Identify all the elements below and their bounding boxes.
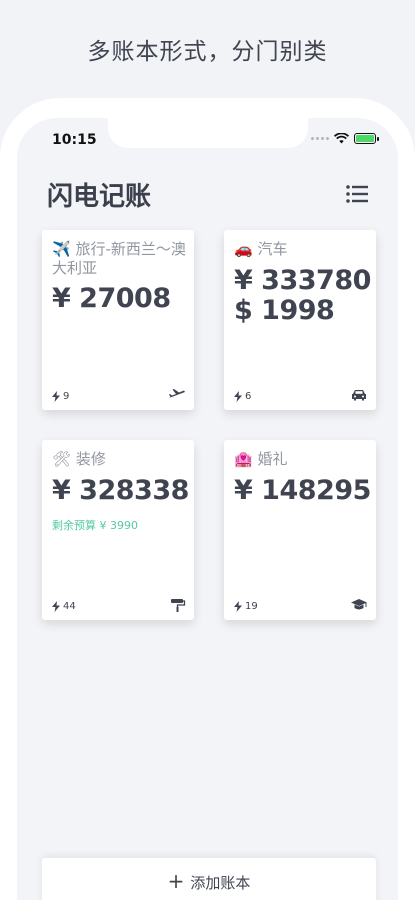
lightning-icon xyxy=(234,391,242,402)
signal-icon xyxy=(311,137,329,140)
book-amount: ¥ 27008 xyxy=(52,283,171,314)
wifi-icon xyxy=(334,133,349,144)
book-name: 汽车 xyxy=(257,240,288,258)
record-count: 9 xyxy=(52,391,69,402)
graduation-cap-icon xyxy=(351,599,367,610)
app-title: 闪电记账 xyxy=(47,182,152,212)
paint-roller-icon xyxy=(171,599,186,612)
battery-icon xyxy=(354,133,379,144)
status-icons xyxy=(311,133,379,144)
book-name: 旅行-新西兰～澳大利亚 xyxy=(52,240,186,277)
add-book-label: 添加账本 xyxy=(190,874,251,892)
page-headline: 多账本形式，分门别类 xyxy=(87,39,328,65)
car-icon xyxy=(352,390,366,401)
love-hotel-emoji-icon: 🏩 xyxy=(234,450,253,468)
notch xyxy=(108,118,308,148)
book-title: ✈️ 旅行-新西兰～澳大利亚 xyxy=(52,240,188,278)
book-amount: ¥ 148295 xyxy=(234,475,371,506)
book-card-car[interactable]: 🚗 汽车 ¥ 333780 $ 1998 6 xyxy=(224,230,376,410)
plus-icon: + xyxy=(167,869,185,893)
book-card-travel[interactable]: ✈️ 旅行-新西兰～澳大利亚 ¥ 27008 9 xyxy=(42,230,194,410)
tools-emoji-icon: 🛠 xyxy=(52,450,72,468)
lightning-icon xyxy=(52,391,60,402)
lightning-icon xyxy=(52,601,60,612)
book-title: 🛠 装修 xyxy=(52,450,188,469)
phone-screen: 10:15 闪电记账 ✈️ 旅行-新西兰～澳大利亚 ¥ 27008 9 🚗 汽车… xyxy=(17,118,398,900)
book-name: 婚礼 xyxy=(257,450,288,468)
book-amount: ¥ 333780 xyxy=(234,265,371,296)
status-time: 10:15 xyxy=(52,132,97,148)
airplane-emoji-icon: ✈️ xyxy=(52,240,71,258)
airplane-icon xyxy=(169,389,185,398)
lightning-icon xyxy=(234,601,242,612)
record-count: 44 xyxy=(52,601,76,612)
book-amount: ¥ 328338 xyxy=(52,475,189,506)
book-card-renovation[interactable]: 🛠 装修 ¥ 328338 剩余预算 ¥ 3990 44 xyxy=(42,440,194,620)
add-book-button[interactable]: + 添加账本 xyxy=(42,858,376,900)
book-title: 🚗 汽车 xyxy=(234,240,370,259)
record-count: 6 xyxy=(234,391,251,402)
book-name: 装修 xyxy=(75,450,106,468)
menu-list-icon[interactable] xyxy=(346,184,368,204)
book-amount-secondary: $ 1998 xyxy=(234,295,335,326)
remaining-budget: 剩余预算 ¥ 3990 xyxy=(52,519,138,532)
car-emoji-icon: 🚗 xyxy=(234,240,253,258)
record-count: 19 xyxy=(234,601,258,612)
book-title: 🏩 婚礼 xyxy=(234,450,370,469)
book-card-wedding[interactable]: 🏩 婚礼 ¥ 148295 19 xyxy=(224,440,376,620)
